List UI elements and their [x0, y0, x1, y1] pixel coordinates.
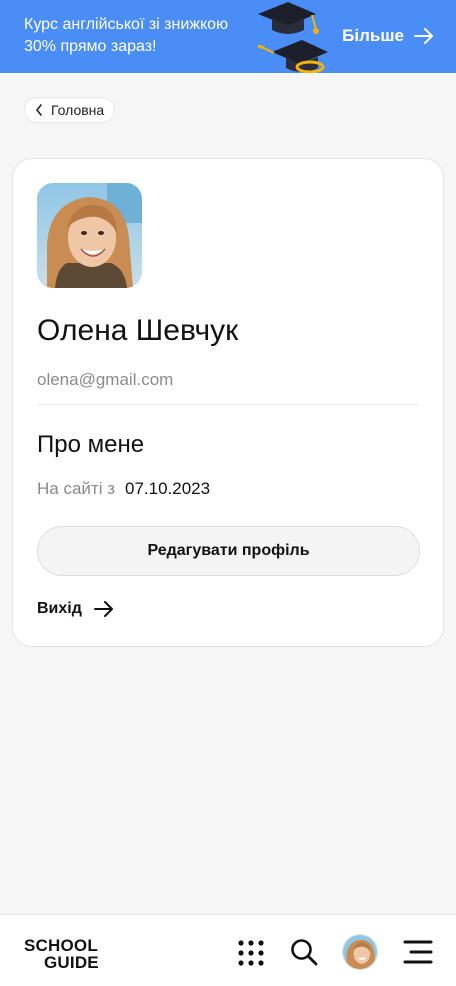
profile-card: Олена Шевчук olena@gmail.com Про мене На…	[12, 158, 444, 647]
profile-name: Олена Шевчук	[37, 314, 239, 347]
profile-email: olena@gmail.com	[37, 370, 174, 389]
logout-link[interactable]: Вихід	[37, 600, 114, 618]
breadcrumb-label: Головна	[51, 102, 105, 118]
search-icon[interactable]	[290, 938, 318, 966]
logo-line-2: GUIDE	[44, 953, 99, 972]
promo-more-label: Більше	[342, 26, 404, 45]
school-guide-logo[interactable]: SCHOOL GUIDE	[24, 937, 99, 971]
member-since: На сайті з 07.10.2023	[37, 479, 210, 499]
member-since-label: На сайті з	[37, 479, 115, 498]
user-avatar-button[interactable]	[342, 934, 378, 970]
promo-banner[interactable]: Курс англійської зі знижкою 30% прямо за…	[0, 0, 456, 73]
apps-grid-icon[interactable]	[238, 940, 264, 966]
profile-avatar	[37, 183, 142, 288]
menu-icon[interactable]	[403, 939, 433, 965]
arrow-right-icon	[93, 601, 113, 617]
breadcrumb-home[interactable]: Головна	[24, 97, 116, 123]
edit-profile-button[interactable]: Редагувати профіль	[37, 526, 420, 576]
promo-more-button[interactable]: Більше	[342, 24, 434, 48]
bottom-nav: SCHOOL GUIDE	[0, 914, 456, 986]
chevron-left-icon	[36, 104, 42, 116]
arrow-right-icon	[414, 28, 433, 44]
about-title: Про мене	[37, 431, 145, 458]
promo-text: Курс англійської зі знижкою 30% прямо за…	[24, 16, 229, 55]
member-since-date: 07.10.2023	[125, 479, 211, 498]
divider	[37, 404, 419, 405]
logout-label: Вихід	[37, 600, 82, 617]
graduation-caps-image	[257, 2, 328, 73]
